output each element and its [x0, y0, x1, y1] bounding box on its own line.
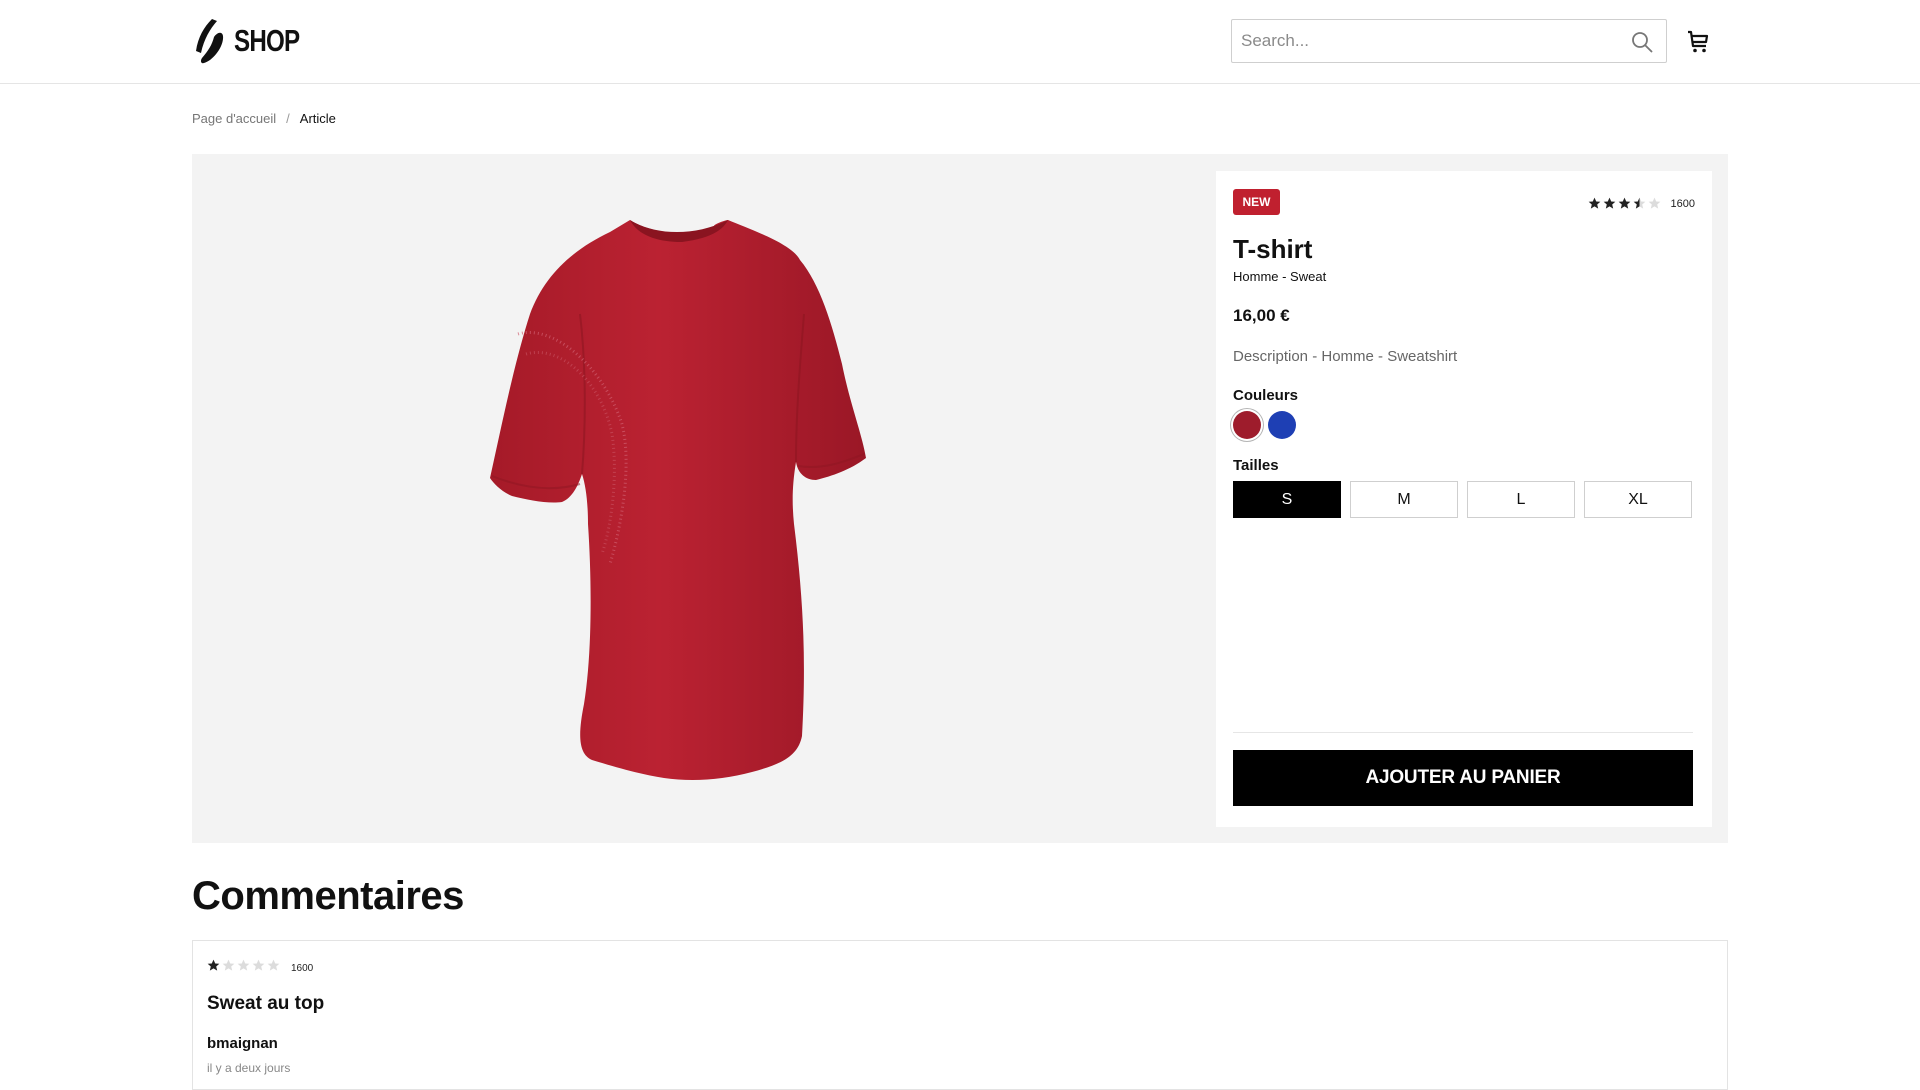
star-icon [1588, 197, 1600, 209]
sizes-label: Tailles [1233, 457, 1279, 474]
comment-rating-count: 1600 [291, 962, 314, 974]
star-icon [207, 959, 220, 971]
shop-logo[interactable]: SHOP [192, 16, 318, 66]
comment-rating-stars [207, 959, 282, 977]
comment-title: Sweat au top [207, 993, 325, 1014]
color-swatches [1233, 411, 1296, 439]
breadcrumb-home-link[interactable]: Page d'accueil [192, 111, 276, 126]
star-icon [267, 959, 280, 971]
star-icon [252, 959, 265, 971]
size-button-xl[interactable]: XL [1584, 481, 1692, 518]
rating-count: 1600 [1670, 197, 1695, 210]
size-button-s[interactable]: S [1233, 481, 1341, 518]
comment-author: bmaignan [207, 1035, 278, 1052]
cart-icon[interactable] [1685, 29, 1711, 55]
star-icon [1618, 197, 1630, 209]
product-title: T-shirt [1233, 234, 1313, 264]
size-button-m[interactable]: M [1350, 481, 1458, 518]
star-icon [1648, 197, 1660, 209]
search-input[interactable] [1232, 20, 1612, 62]
comment-rating: 1600 [207, 959, 313, 977]
star-icon [222, 959, 235, 971]
comments-title: Commentaires [192, 874, 464, 918]
star-icon [1633, 197, 1645, 209]
product-info-card: NEW 1600 T-shirt Homme - Sweat 16,00 € D… [1216, 171, 1712, 827]
breadcrumb: Page d'accueil / Article [192, 111, 336, 126]
add-to-cart-button[interactable]: AJOUTER AU PANIER [1233, 750, 1693, 806]
divider [1233, 732, 1693, 733]
size-options: S M L XL [1233, 481, 1692, 518]
star-icon [1603, 197, 1615, 209]
star-icon [237, 959, 250, 971]
search-icon[interactable] [1630, 30, 1654, 54]
colors-label: Couleurs [1233, 387, 1299, 404]
color-swatch-2[interactable] [1268, 411, 1296, 439]
comment-card: 1600 Sweat au top bmaignan il y a deux j… [192, 940, 1728, 1090]
comment-date: il y a deux jours [207, 1061, 291, 1075]
size-button-l[interactable]: L [1467, 481, 1575, 518]
logo-text: SHOP [234, 23, 300, 58]
product-price: 16,00 € [1233, 306, 1290, 325]
product-image[interactable] [452, 204, 952, 794]
site-header: SHOP [0, 0, 1920, 84]
product-description: Description - Homme - Sweatshirt [1233, 348, 1458, 365]
new-badge: NEW [1233, 189, 1280, 215]
breadcrumb-current: Article [299, 111, 336, 126]
logo-icon [196, 19, 224, 64]
product-panel: NEW 1600 T-shirt Homme - Sweat 16,00 € D… [192, 154, 1728, 843]
product-category: Homme - Sweat [1233, 269, 1327, 284]
color-swatch-1[interactable] [1233, 411, 1261, 439]
breadcrumb-separator: / [286, 111, 290, 126]
rating-stars [1588, 197, 1663, 210]
product-rating[interactable]: 1600 [1588, 197, 1695, 210]
search-box [1231, 19, 1667, 63]
